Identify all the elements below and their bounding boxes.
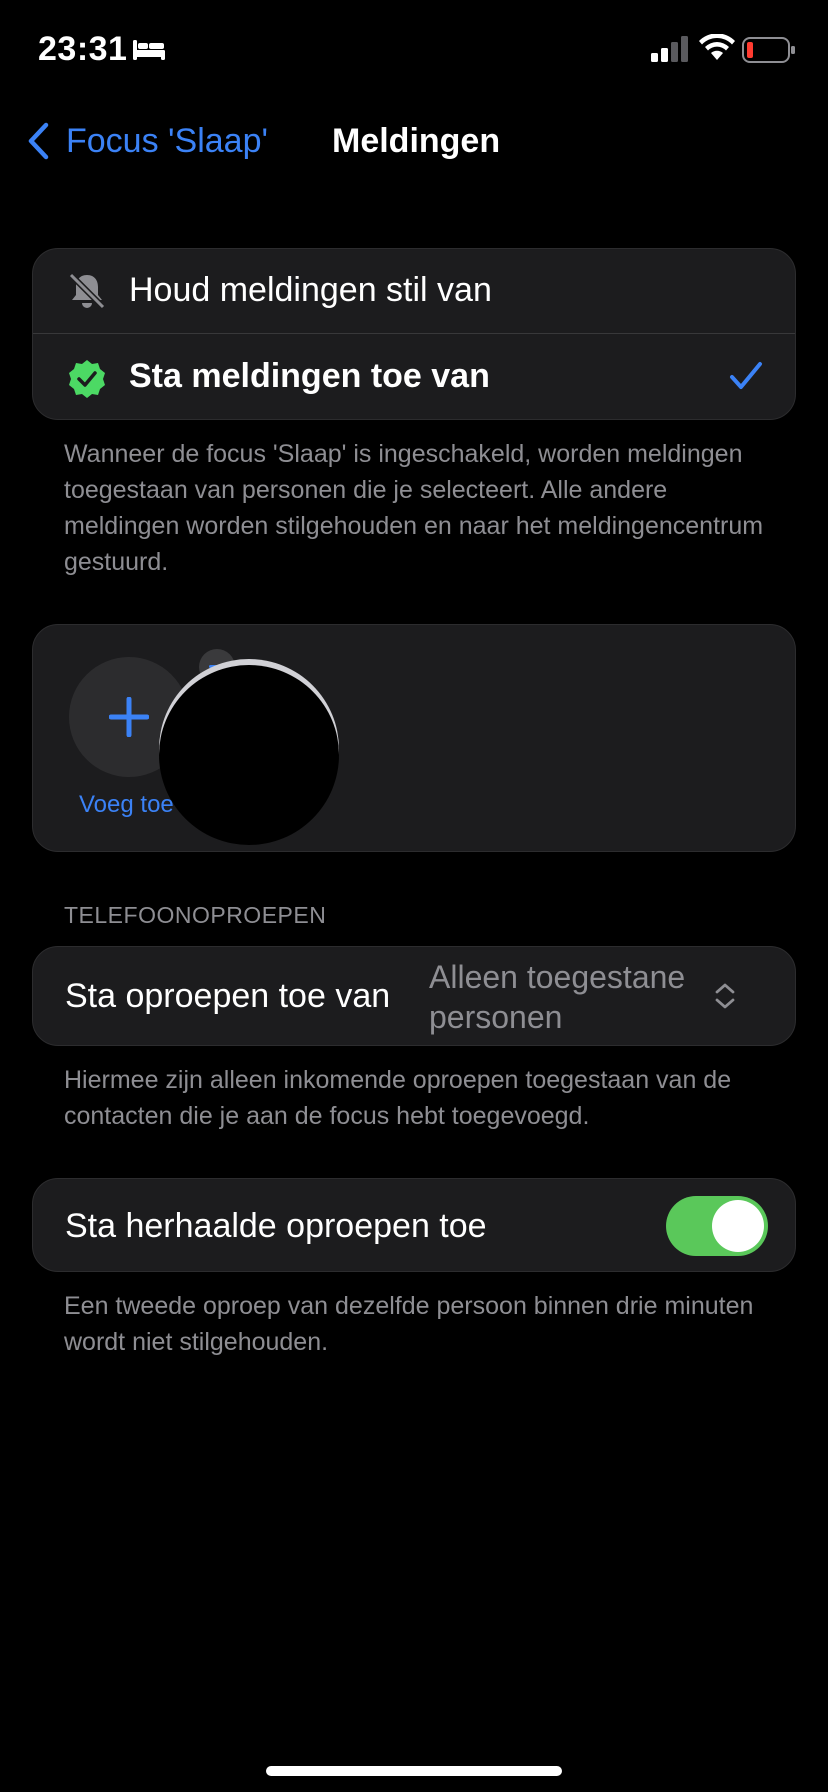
back-button[interactable]: Focus 'Slaap' [66,122,268,161]
status-time: 23:31 [38,30,128,68]
notification-mode-group: Houd meldingen stil van Sta meldingen to… [32,248,796,420]
people-group: Voeg toe [32,624,796,852]
back-chevron-icon[interactable] [26,122,50,160]
notification-mode-footer: Wanneer de focus 'Slaap' is ingeschakeld… [64,440,764,576]
page-title: Meldingen [332,122,501,160]
option-allow-label[interactable]: Sta meldingen toe van [129,357,490,396]
bell-slash-icon [68,272,106,310]
repeated-calls-footer: Een tweede oproep van dezelfde persoon b… [64,1292,754,1356]
battery-icon [742,37,795,63]
option-silence-label[interactable]: Houd meldingen stil van [129,271,492,310]
minus-icon [209,665,225,668]
allow-calls-label: Sta oproepen toe van [65,977,391,1015]
calls-section-header: TELEFOONOPROEPEN [64,902,327,928]
plus-icon [109,697,149,737]
wifi-icon [699,34,735,60]
contact-avatar[interactable] [159,665,339,845]
bed-icon [133,40,165,60]
calls-footer: Hiermee zijn alleen inkomende oproepen t… [64,1066,732,1130]
calls-group[interactable]: Sta oproepen toe van Alleen toegestane p… [32,946,796,1046]
checkmark-icon [730,362,762,389]
chevron-up-down-icon [715,983,735,1009]
allow-calls-value[interactable]: Alleen toegestane personen [429,957,719,1037]
toggle-knob [712,1200,764,1252]
checkmark-seal-icon [69,360,105,398]
repeated-calls-label: Sta herhaalde oproepen toe [65,1207,487,1245]
separator [33,333,795,334]
home-indicator[interactable] [266,1766,562,1776]
add-person-label: Voeg toe [79,791,174,818]
repeated-calls-toggle[interactable] [666,1196,768,1256]
signal-icon [651,36,688,62]
